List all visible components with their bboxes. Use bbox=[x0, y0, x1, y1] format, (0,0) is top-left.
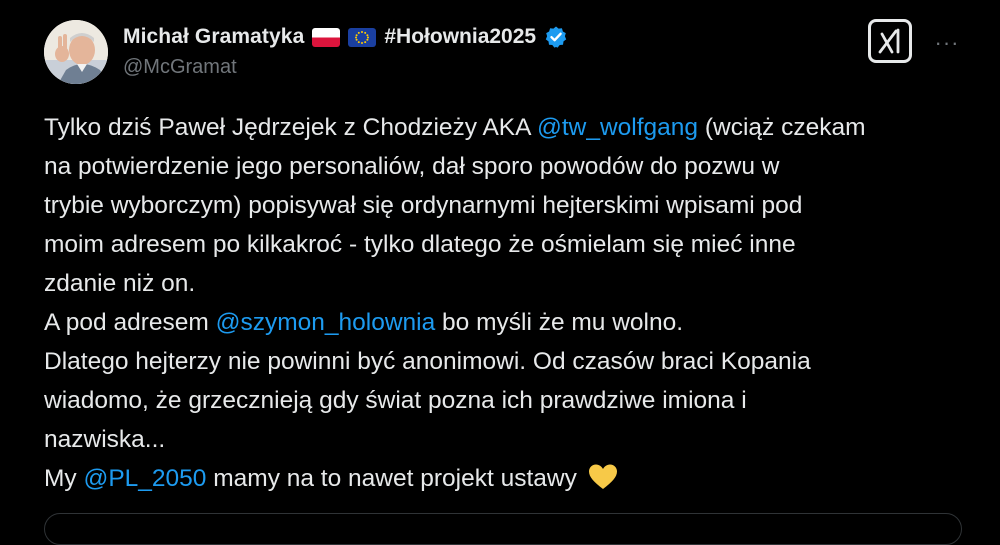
mention-link[interactable]: @PL_2050 bbox=[83, 465, 206, 492]
tweet-line: moim adresem po kilkakroć - tylko dlateg… bbox=[44, 231, 796, 258]
tweet-text: Tylko dziś Paweł Jędrzejek z Chodzieży A… bbox=[44, 108, 974, 498]
grok-button[interactable] bbox=[868, 19, 912, 63]
tweet-line: zdanie niż on. bbox=[44, 270, 196, 297]
poland-flag-icon bbox=[312, 27, 341, 47]
author-name-hashtag: #Hołownia2025 bbox=[384, 25, 537, 48]
tweet-line: Dlatego hejterzy nie powinni być anonimo… bbox=[44, 348, 811, 375]
author-handle[interactable]: @McGramat bbox=[123, 56, 237, 79]
tweet-line: wiadomo, że grzecznieją gdy świat pozna … bbox=[44, 387, 747, 414]
tweet-text-segment: My bbox=[44, 465, 84, 492]
avatar[interactable] bbox=[44, 20, 108, 84]
tweet-text-segment: A pod adresem bbox=[44, 309, 216, 336]
author-display-name[interactable]: Michał Gramatyka bbox=[123, 25, 304, 49]
tweet-text-segment: bo myśli że mu wolno. bbox=[435, 309, 684, 336]
tweet-line: na potwierdzenie jego personaliów, dał s… bbox=[44, 153, 780, 180]
author-name-row: Michał Gramatyka #Hołownia2025 bbox=[123, 22, 568, 52]
tweet-line: trybie wyborczym) popisywał się ordynarn… bbox=[44, 192, 803, 219]
verified-badge-icon[interactable] bbox=[544, 25, 568, 49]
more-icon[interactable]: ··· bbox=[932, 28, 962, 58]
avatar-image bbox=[44, 20, 108, 84]
tweet-text-segment: (wciąż czekam bbox=[698, 114, 866, 141]
tweet: Michał Gramatyka #Hołownia2025 @McGramat… bbox=[0, 0, 1000, 545]
tweet-line: My @PL_2050 mamy na to nawet projekt ust… bbox=[44, 459, 974, 498]
tweet-text-segment: Tylko dziś Paweł Jędrzejek z Chodzieży A… bbox=[44, 114, 537, 141]
tweet-line: A pod adresem @szymon_holownia bo myśli … bbox=[44, 303, 974, 342]
eu-flag-icon bbox=[348, 27, 377, 47]
mention-link[interactable]: @szymon_holownia bbox=[216, 309, 436, 336]
yellow-heart-icon bbox=[588, 463, 618, 491]
mention-link[interactable]: @tw_wolfgang bbox=[537, 114, 698, 141]
grok-icon bbox=[878, 28, 900, 54]
embedded-card-edge bbox=[44, 513, 962, 545]
tweet-line: nazwiska... bbox=[44, 426, 166, 453]
tweet-line: Tylko dziś Paweł Jędrzejek z Chodzieży A… bbox=[44, 108, 974, 147]
tweet-text-segment: mamy na to nawet projekt ustawy bbox=[206, 465, 584, 492]
